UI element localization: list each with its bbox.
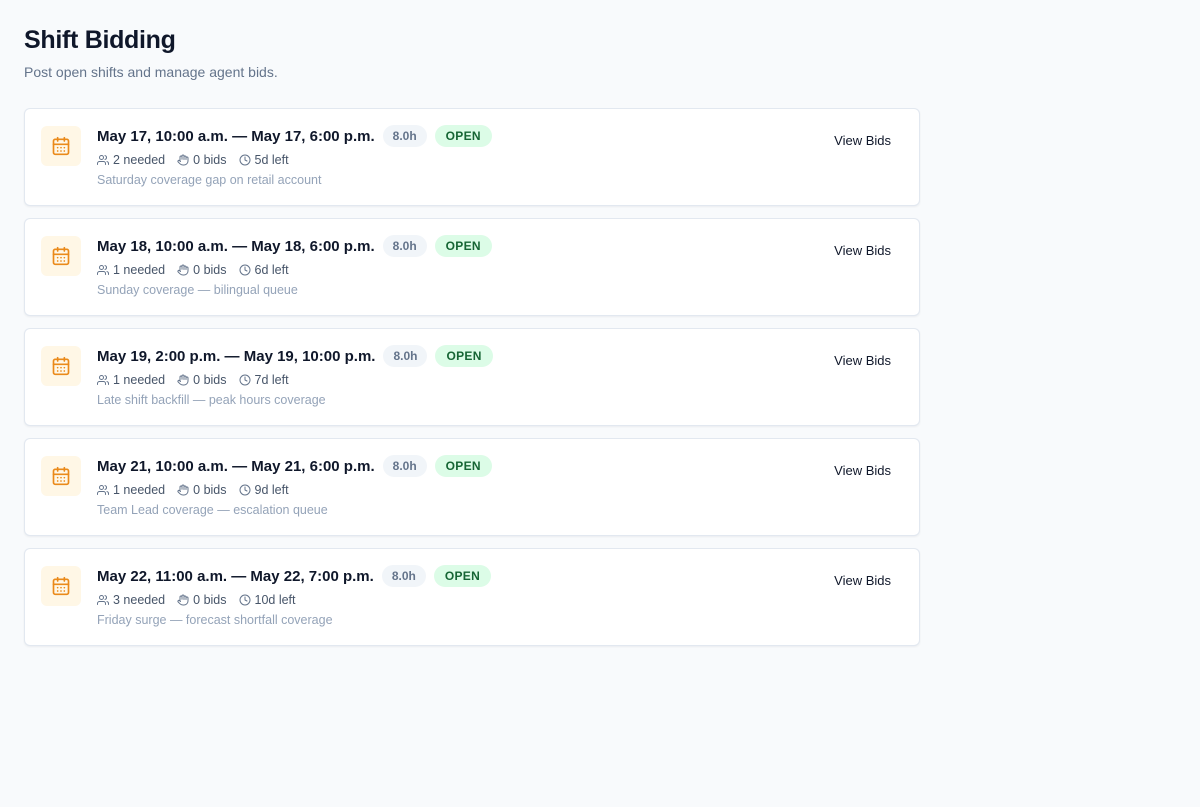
- shift-note: Saturday coverage gap on retail account: [97, 173, 322, 187]
- needed-count: 1 needed: [97, 263, 165, 277]
- shift-card: May 18, 10:00 a.m. — May 18, 6:00 p.m. 8…: [24, 218, 920, 316]
- needed-label: 1 needed: [113, 483, 166, 497]
- time-left-label: 7d left: [254, 373, 289, 387]
- view-bids-button[interactable]: View Bids: [822, 459, 903, 483]
- shift-meta: 1 needed 0 bids 9d left: [97, 480, 759, 500]
- bids-count: 0 bids: [177, 153, 227, 167]
- status-badge: OPEN: [434, 125, 492, 147]
- time-left-label: 6d left: [254, 263, 289, 277]
- shift-bidding-page: Shift Bidding Post open shifts and manag…: [0, 0, 1200, 807]
- status-badge: OPEN: [435, 345, 493, 367]
- hours-badge: 8.0h: [382, 125, 427, 147]
- shift-title-row: May 22, 11:00 a.m. — May 22, 7:00 p.m. 8…: [97, 565, 759, 587]
- status-badge: OPEN: [434, 235, 492, 257]
- clock-icon: [239, 484, 250, 496]
- clock-icon: [239, 264, 250, 276]
- hand-icon: [177, 484, 189, 496]
- shift-card: May 21, 10:00 a.m. — May 21, 6:00 p.m. 8…: [24, 438, 920, 536]
- time-left-label: 9d left: [254, 483, 289, 497]
- hours-badge: 8.0h: [382, 455, 427, 477]
- shift-note: Friday surge — forecast shortfall covera…: [97, 613, 333, 627]
- page-subtitle: Post open shifts and manage agent bids.: [24, 64, 278, 80]
- clock-icon: [239, 594, 250, 606]
- shift-time-range: May 18, 10:00 a.m. — May 18, 6:00 p.m.: [97, 237, 375, 255]
- shift-meta: 2 needed 0 bids 5d left: [97, 150, 759, 170]
- time-left: 5d left: [239, 153, 289, 167]
- shift-time-range: May 17, 10:00 a.m. — May 17, 6:00 p.m.: [97, 127, 375, 145]
- status-badge: OPEN: [434, 455, 492, 477]
- hand-icon: [177, 374, 189, 386]
- hours-badge: 8.0h: [381, 565, 426, 587]
- users-icon: [97, 265, 109, 275]
- calendar-icon: [41, 566, 81, 606]
- bids-count: 0 bids: [177, 483, 227, 497]
- hand-icon: [177, 594, 189, 606]
- shift-title-row: May 19, 2:00 p.m. — May 19, 10:00 p.m. 8…: [97, 345, 759, 367]
- calendar-icon: [41, 126, 81, 166]
- view-bids-button[interactable]: View Bids: [822, 349, 903, 373]
- bids-label: 0 bids: [193, 593, 227, 607]
- bids-label: 0 bids: [193, 483, 227, 497]
- view-bids-button[interactable]: View Bids: [822, 239, 903, 263]
- needed-label: 1 needed: [113, 373, 166, 387]
- time-left: 6d left: [239, 263, 289, 277]
- shift-title-row: May 17, 10:00 a.m. — May 17, 6:00 p.m. 8…: [97, 125, 759, 147]
- hours-badge: 8.0h: [383, 345, 428, 367]
- shift-time-range: May 19, 2:00 p.m. — May 19, 10:00 p.m.: [97, 347, 376, 365]
- shift-card: May 17, 10:00 a.m. — May 17, 6:00 p.m. 8…: [24, 108, 920, 206]
- shift-note: Team Lead coverage — escalation queue: [97, 503, 328, 517]
- hours-badge: 8.0h: [382, 235, 427, 257]
- clock-icon: [239, 374, 250, 386]
- time-left-label: 5d left: [254, 153, 289, 167]
- calendar-icon: [41, 346, 81, 386]
- needed-count: 3 needed: [97, 593, 165, 607]
- shift-meta: 3 needed 0 bids 10d left: [97, 590, 759, 610]
- shift-details: May 22, 11:00 a.m. — May 22, 7:00 p.m. 8…: [97, 565, 759, 630]
- shift-card: May 19, 2:00 p.m. — May 19, 10:00 p.m. 8…: [24, 328, 920, 426]
- needed-label: 1 needed: [113, 263, 166, 277]
- needed-count: 1 needed: [97, 373, 165, 387]
- shift-title-row: May 21, 10:00 a.m. — May 21, 6:00 p.m. 8…: [97, 455, 759, 477]
- view-bids-button[interactable]: View Bids: [822, 569, 903, 593]
- shift-title-row: May 18, 10:00 a.m. — May 18, 6:00 p.m. 8…: [97, 235, 759, 257]
- bids-count: 0 bids: [177, 593, 227, 607]
- bids-count: 0 bids: [177, 263, 227, 277]
- shift-details: May 19, 2:00 p.m. — May 19, 10:00 p.m. 8…: [97, 345, 759, 410]
- bids-count: 0 bids: [177, 373, 227, 387]
- bids-label: 0 bids: [193, 263, 227, 277]
- needed-label: 3 needed: [113, 593, 166, 607]
- calendar-icon: [41, 456, 81, 496]
- hand-icon: [177, 154, 189, 166]
- time-left: 7d left: [239, 373, 289, 387]
- hand-icon: [177, 264, 189, 276]
- bids-label: 0 bids: [193, 373, 227, 387]
- bids-label: 0 bids: [193, 153, 227, 167]
- view-bids-button[interactable]: View Bids: [822, 129, 903, 153]
- calendar-icon: [41, 236, 81, 276]
- shift-meta: 1 needed 0 bids 7d left: [97, 370, 759, 390]
- users-icon: [97, 155, 109, 165]
- shift-list: May 17, 10:00 a.m. — May 17, 6:00 p.m. 8…: [24, 108, 920, 646]
- clock-icon: [239, 154, 250, 166]
- status-badge: OPEN: [433, 565, 492, 587]
- needed-count: 2 needed: [97, 153, 165, 167]
- shift-card: May 22, 11:00 a.m. — May 22, 7:00 p.m. 8…: [24, 548, 920, 646]
- time-left: 9d left: [239, 483, 289, 497]
- shift-note: Late shift backfill — peak hours coverag…: [97, 393, 326, 407]
- users-icon: [97, 375, 109, 385]
- page-title: Shift Bidding: [24, 26, 176, 54]
- needed-label: 2 needed: [113, 153, 166, 167]
- shift-meta: 1 needed 0 bids 6d left: [97, 260, 759, 280]
- shift-time-range: May 21, 10:00 a.m. — May 21, 6:00 p.m.: [97, 457, 375, 475]
- shift-note: Sunday coverage — bilingual queue: [97, 283, 298, 297]
- shift-details: May 21, 10:00 a.m. — May 21, 6:00 p.m. 8…: [97, 455, 759, 520]
- shift-details: May 17, 10:00 a.m. — May 17, 6:00 p.m. 8…: [97, 125, 759, 190]
- users-icon: [97, 485, 109, 495]
- users-icon: [97, 595, 109, 605]
- time-left-label: 10d left: [254, 593, 296, 607]
- shift-time-range: May 22, 11:00 a.m. — May 22, 7:00 p.m.: [97, 567, 374, 585]
- needed-count: 1 needed: [97, 483, 165, 497]
- shift-details: May 18, 10:00 a.m. — May 18, 6:00 p.m. 8…: [97, 235, 759, 300]
- time-left: 10d left: [239, 593, 296, 607]
